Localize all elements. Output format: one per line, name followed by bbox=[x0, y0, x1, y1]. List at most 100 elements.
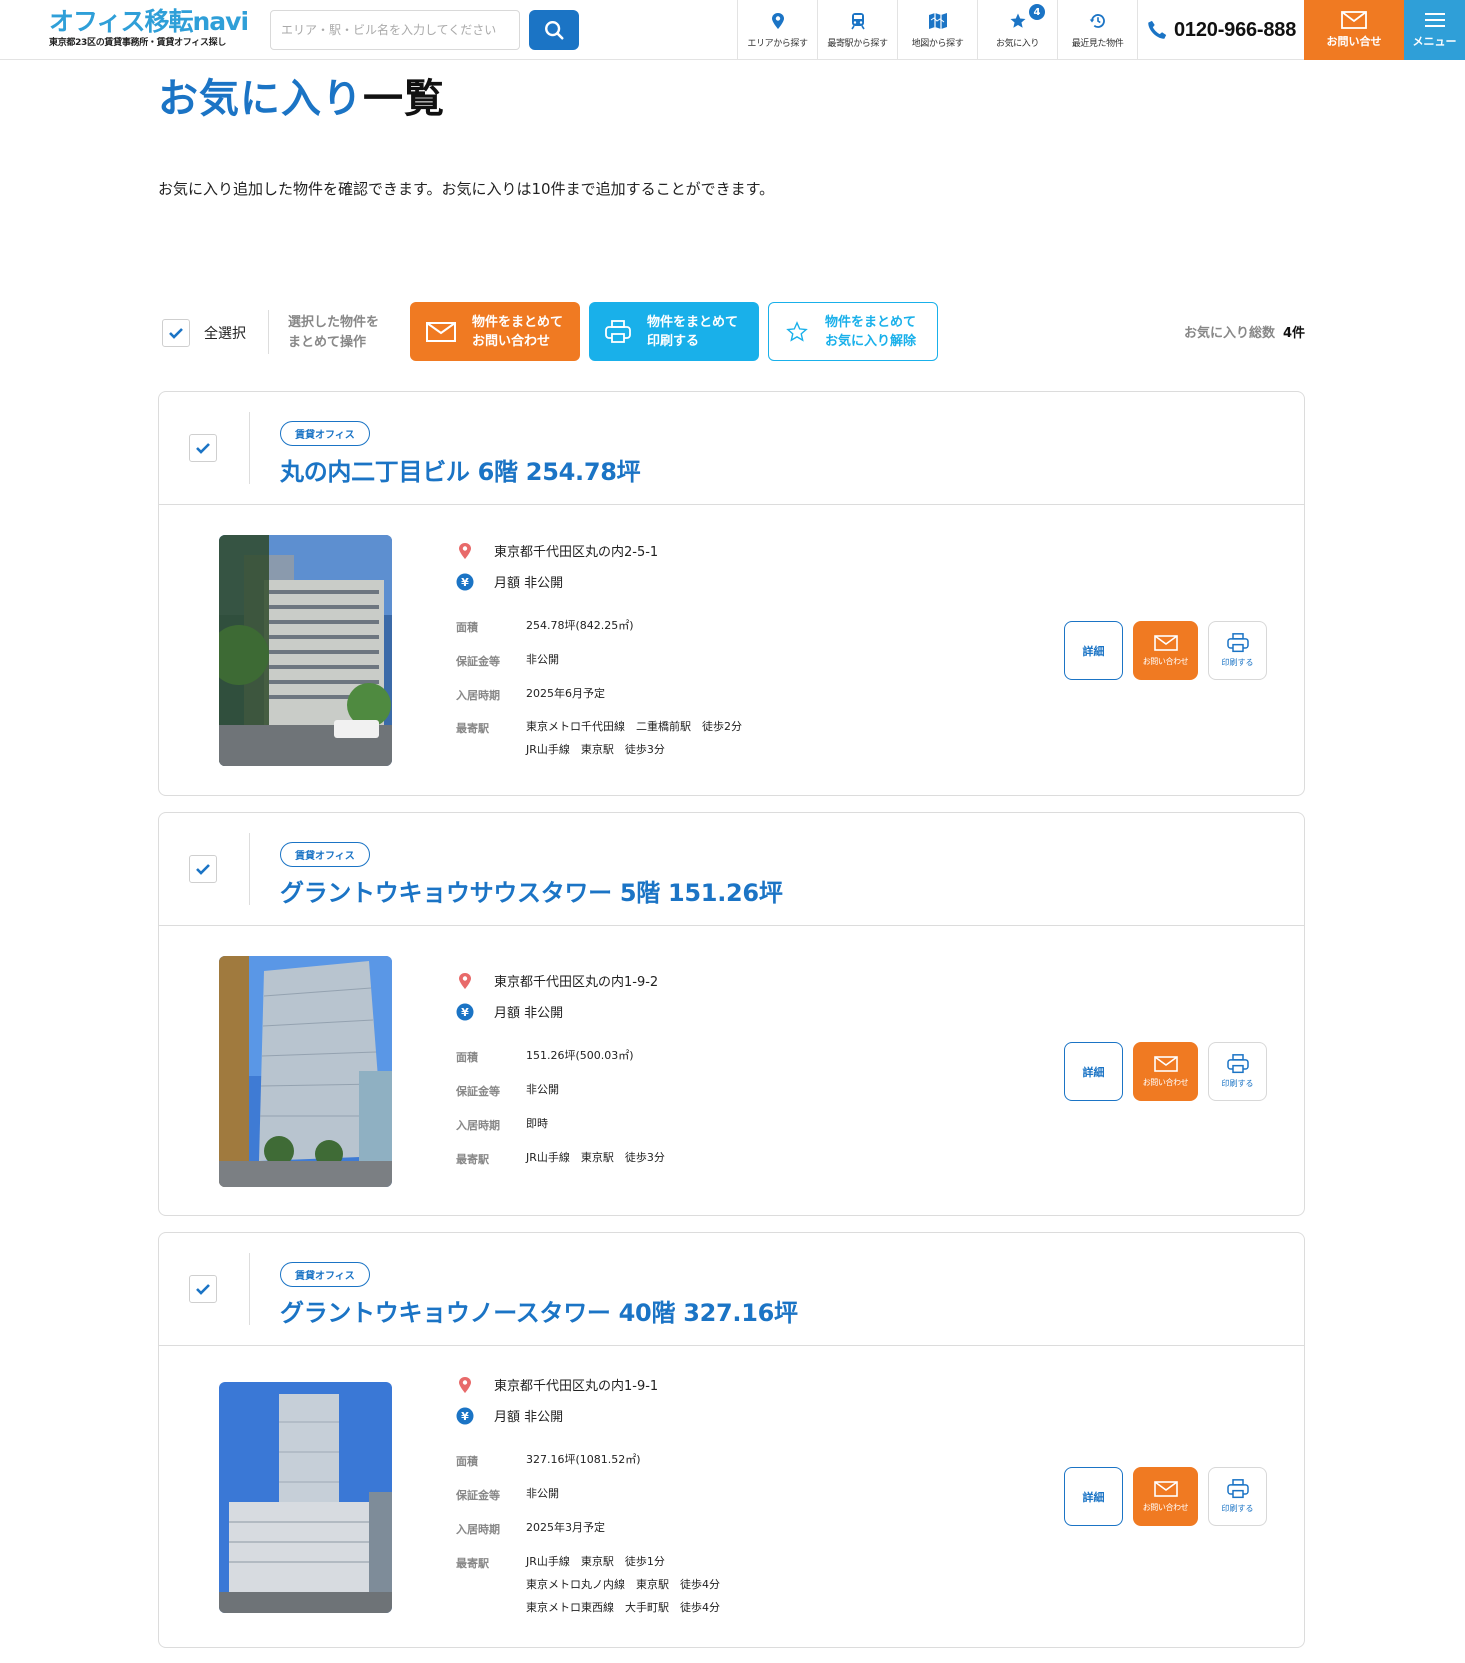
nav-area-search[interactable]: エリアから探す bbox=[737, 0, 817, 60]
station-line: JR山手線 東京駅 徒歩3分 bbox=[526, 743, 665, 756]
check-icon bbox=[196, 443, 210, 454]
inquiry-label: お問い合わせ bbox=[1142, 1077, 1189, 1087]
spec-value: 254.78坪(842.25㎡) bbox=[526, 619, 634, 632]
select-all-label: 全選択 bbox=[204, 326, 246, 342]
logo-tagline: 東京都23区の賃貸事務所・賃貸オフィス探し bbox=[49, 38, 227, 48]
mail-icon bbox=[426, 321, 456, 342]
spec-label: 面積 bbox=[456, 621, 478, 634]
nav-map-search[interactable]: 地図から探す bbox=[897, 0, 977, 60]
spec-label: 面積 bbox=[456, 1455, 478, 1468]
bulk-unfavorite-label: 物件をまとめて お気に入り解除 bbox=[825, 313, 916, 351]
search-input[interactable] bbox=[270, 10, 520, 50]
detail-button[interactable]: 詳細 bbox=[1064, 1042, 1123, 1101]
property-address: 東京都千代田区丸の内2-5-1 bbox=[494, 545, 659, 560]
address-row: 東京都千代田区丸の内2-5-1 bbox=[456, 541, 658, 560]
page-title-suffix: 一覧 bbox=[363, 76, 445, 122]
property-type-tag: 賃貸オフィス bbox=[280, 842, 370, 867]
mail-icon bbox=[1153, 1480, 1178, 1497]
star-icon bbox=[1010, 13, 1025, 28]
property-rent: 月額 非公開 bbox=[494, 1006, 564, 1021]
property-checkbox[interactable] bbox=[189, 855, 217, 883]
bulk-unfavorite-button[interactable]: 物件をまとめて お気に入り解除 bbox=[768, 302, 938, 361]
page-title-main: お気に入り bbox=[158, 76, 363, 122]
contact-label: お問い合せ bbox=[1326, 35, 1382, 48]
detail-button[interactable]: 詳細 bbox=[1064, 621, 1123, 680]
toolbar-hint-line: 選択した物件を bbox=[288, 315, 380, 330]
building-photo bbox=[219, 1382, 392, 1613]
nav-favorites[interactable]: 4 お気に入り bbox=[977, 0, 1057, 60]
property-title[interactable]: グラントウキョウノースタワー 40階 327.16坪 bbox=[280, 1293, 798, 1328]
nav-label: 地図から探す bbox=[911, 38, 964, 49]
spec-label: 入居時期 bbox=[456, 689, 500, 702]
menu-label: メニュー bbox=[1412, 35, 1457, 48]
search-icon bbox=[545, 21, 564, 40]
header-nav: エリアから探す 最寄駅から探す 地図から探す 4 お気に入り 最近見た物件 bbox=[737, 0, 1137, 60]
svg-text:¥: ¥ bbox=[461, 1006, 469, 1019]
mail-icon bbox=[1153, 1055, 1178, 1072]
property-type-tag: 賃貸オフィス bbox=[280, 1262, 370, 1287]
bulk-inquiry-label: 物件をまとめて お問い合わせ bbox=[472, 313, 563, 351]
property-checkbox[interactable] bbox=[189, 1275, 217, 1303]
address-row: 東京都千代田区丸の内1-9-2 bbox=[456, 971, 658, 990]
printer-icon bbox=[1226, 633, 1249, 653]
printer-icon bbox=[605, 319, 631, 343]
nav-label: 最寄駅から探す bbox=[827, 38, 888, 49]
header-contact-button[interactable]: お問い合せ bbox=[1304, 0, 1404, 60]
toolbar-hint: 選択した物件を まとめて操作 bbox=[288, 313, 379, 353]
station-line: JR山手線 東京駅 徒歩1分 bbox=[526, 1555, 665, 1568]
select-all[interactable]: 全選択 bbox=[162, 319, 246, 347]
nav-station-search[interactable]: 最寄駅から探す bbox=[817, 0, 897, 60]
history-icon bbox=[1089, 13, 1105, 28]
spec-value: JR山手線 東京駅 徒歩1分 東京メトロ丸ノ内線 東京駅 徒歩4分 東京メトロ東西線… bbox=[526, 1550, 720, 1619]
check-icon bbox=[196, 864, 210, 875]
property-title[interactable]: グラントウキョウサウスタワー 5階 151.26坪 bbox=[280, 873, 783, 908]
property-rent: 月額 非公開 bbox=[494, 1410, 564, 1425]
site-logo[interactable]: オフィス移転navi 東京都23区の賃貸事務所・賃貸オフィス探し bbox=[49, 8, 259, 52]
spec-value: 非公開 bbox=[526, 1487, 559, 1500]
property-type-tag: 賃貸オフィス bbox=[280, 421, 370, 446]
print-button[interactable]: 印刷する bbox=[1208, 621, 1267, 680]
print-button[interactable]: 印刷する bbox=[1208, 1467, 1267, 1526]
inquiry-button[interactable]: お問い合わせ bbox=[1133, 621, 1198, 680]
select-all-checkbox[interactable] bbox=[162, 319, 190, 347]
spec-value: JR山手線 東京駅 徒歩3分 bbox=[526, 1146, 665, 1169]
inquiry-button[interactable]: お問い合わせ bbox=[1133, 1467, 1198, 1526]
inquiry-button[interactable]: お問い合わせ bbox=[1133, 1042, 1198, 1101]
label-line: 印刷する bbox=[647, 333, 700, 349]
search-button[interactable] bbox=[529, 10, 579, 50]
logo-text: オフィス移転navi bbox=[49, 7, 249, 36]
bulk-inquiry-button[interactable]: 物件をまとめて お問い合わせ bbox=[410, 302, 580, 361]
printer-icon bbox=[1226, 1479, 1249, 1499]
property-photo[interactable] bbox=[219, 1382, 392, 1613]
label-line: 物件をまとめて bbox=[825, 314, 917, 330]
check-icon bbox=[196, 1284, 210, 1295]
map-pin-icon bbox=[456, 542, 474, 560]
card-divider bbox=[249, 412, 250, 484]
print-button[interactable]: 印刷する bbox=[1208, 1042, 1267, 1101]
nav-label: お気に入り bbox=[995, 38, 1039, 49]
phone-number[interactable]: 0120-966-888 bbox=[1137, 0, 1304, 60]
spec-label: 最寄駅 bbox=[456, 1153, 489, 1166]
mail-icon bbox=[1153, 634, 1178, 651]
page-title: お気に入り一覧 bbox=[158, 66, 445, 124]
detail-button[interactable]: 詳細 bbox=[1064, 1467, 1123, 1526]
bulk-print-button[interactable]: 物件をまとめて 印刷する bbox=[589, 302, 759, 361]
property-actions: 詳細 お問い合わせ 印刷する bbox=[1054, 621, 1267, 680]
property-photo[interactable] bbox=[219, 535, 392, 766]
property-photo[interactable] bbox=[219, 956, 392, 1187]
map-icon bbox=[928, 12, 947, 29]
label-line: お気に入り解除 bbox=[825, 333, 917, 349]
nav-recently-viewed[interactable]: 最近見た物件 bbox=[1057, 0, 1137, 60]
svg-text:¥: ¥ bbox=[461, 576, 469, 589]
map-pin-icon bbox=[456, 972, 474, 990]
label-line: 物件をまとめて bbox=[472, 314, 564, 330]
property-card-header: 賃貸オフィス グラントウキョウノースタワー 40階 327.16坪 bbox=[159, 1233, 1304, 1346]
spec-label: 最寄駅 bbox=[456, 1557, 489, 1570]
spec-label: 最寄駅 bbox=[456, 722, 489, 735]
menu-button[interactable]: メニュー bbox=[1404, 0, 1465, 60]
property-card: 賃貸オフィス 丸の内二丁目ビル 6階 254.78坪 東京都千代田区丸の内2-5… bbox=[158, 391, 1305, 796]
printer-icon bbox=[1226, 1054, 1249, 1074]
property-checkbox[interactable] bbox=[189, 434, 217, 462]
property-title[interactable]: 丸の内二丁目ビル 6階 254.78坪 bbox=[280, 452, 641, 487]
spec-label: 保証金等 bbox=[456, 1489, 500, 1502]
